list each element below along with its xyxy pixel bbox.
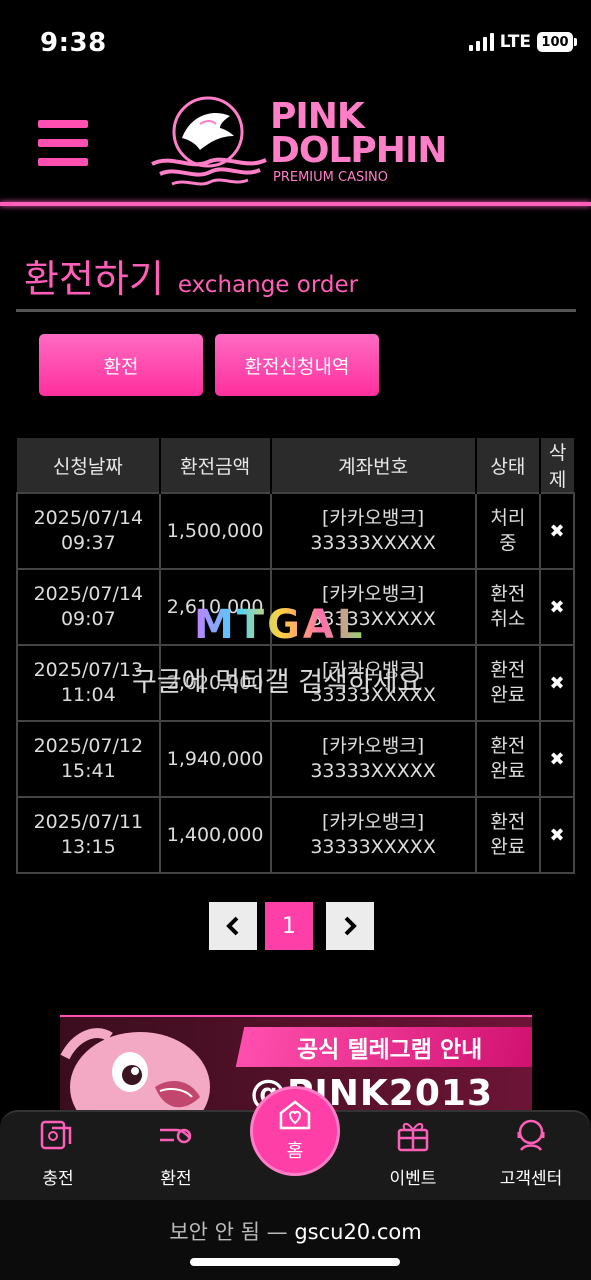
site-logo[interactable]: PINK DOLPHIN PREMIUM CASINO [150, 90, 450, 190]
home-heart-icon [279, 1100, 311, 1130]
nav-event-label: 이벤트 [389, 1169, 437, 1189]
network-type: LTE [499, 32, 531, 52]
home-button[interactable]: 홈 [250, 1086, 340, 1176]
exchange-history-table: 신청날짜 환전금액 계좌번호 상태 삭제 2025/07/14 09:37 1,5… [16, 438, 575, 874]
cell-status: 처리 중 [474, 492, 542, 570]
cell-date: 2025/07/14 09:37 [16, 492, 161, 570]
header-date: 신청날짜 [17, 438, 161, 493]
telegram-notice-label: 공식 텔레그램 안내 [235, 1027, 532, 1067]
cell-status: 환전 완료 [474, 796, 542, 874]
nav-exchange[interactable]: 환전 [126, 1112, 226, 1202]
exchange-history-button[interactable]: 환전신청내역 [215, 334, 379, 396]
logo-text: PINK [270, 96, 365, 137]
nav-home-label: 홈 [286, 1141, 304, 1162]
nav-support[interactable]: 고객센터 [481, 1112, 581, 1202]
page-number-button[interactable]: 1 [265, 902, 313, 950]
page-title-korean: 환전하기 [24, 257, 164, 301]
nav-deposit-label: 충전 [42, 1169, 74, 1189]
cell-date: 2025/07/14 09:07 [16, 568, 161, 646]
table-row: 2025/07/11 13:15 1,400,000 [카카오뱅크] 33333XX… [16, 796, 575, 874]
cell-amount: 1,400,000 [158, 796, 272, 874]
status-time: 9:38 [40, 28, 107, 58]
status-indicators: LTE 100 [468, 32, 577, 52]
exchange-icon [160, 1128, 192, 1144]
deposit-icon [40, 1120, 72, 1150]
header-account: 계좌번호 [270, 438, 477, 493]
cell-account: [카카오뱅크] 33333XXXXX [269, 492, 477, 570]
table-row: 2025/07/14 09:37 1,500,000 [카카오뱅크] 33333XX… [16, 492, 575, 570]
cell-date: 2025/07/11 13:15 [16, 796, 161, 874]
battery-icon: 100 [537, 32, 577, 52]
gift-icon [397, 1123, 429, 1152]
cell-amount: 1,940,000 [158, 720, 272, 798]
delete-icon[interactable]: ✖ [550, 597, 565, 618]
chevron-left-icon [226, 916, 239, 936]
logo-text: DOLPHIN [270, 130, 447, 171]
cell-date: 2025/07/12 15:41 [16, 720, 161, 798]
page-title: 환전하기 exchange order [24, 248, 358, 303]
cell-status: 환전 완료 [474, 644, 542, 722]
logo-subtitle: PREMIUM CASINO [273, 170, 389, 185]
home-indicator[interactable] [190, 1258, 400, 1266]
nav-support-label: 고객센터 [499, 1169, 563, 1189]
delete-cell: ✖ [539, 644, 575, 722]
cell-status: 환전 완료 [474, 720, 542, 798]
page-title-english: exchange order [177, 272, 359, 298]
title-divider [16, 309, 576, 312]
table-header-row: 신청날짜 환전금액 계좌번호 상태 삭제 [17, 438, 574, 493]
header-amount: 환전금액 [159, 438, 272, 493]
delete-cell: ✖ [539, 796, 575, 874]
header-delete: 삭제 [540, 438, 574, 493]
delete-icon[interactable]: ✖ [550, 521, 565, 542]
nav-home[interactable]: 홈 [250, 1086, 340, 1190]
delete-cell: ✖ [539, 568, 575, 646]
delete-cell: ✖ [539, 720, 575, 798]
insecure-label: 보안 안 됨 — [169, 1220, 288, 1244]
menu-icon[interactable] [38, 120, 88, 166]
header-status: 상태 [475, 438, 542, 493]
exchange-button[interactable]: 환전 [39, 334, 203, 396]
browser-address-bar[interactable]: 보안 안 됨 — gscu20.com [0, 1200, 591, 1280]
delete-cell: ✖ [539, 492, 575, 570]
cell-status: 환전 취소 [474, 568, 542, 646]
site-header: PINK DOLPHIN PREMIUM CASINO [0, 84, 591, 210]
prev-page-button[interactable] [209, 902, 257, 950]
status-bar: 9:38 LTE 100 [0, 0, 591, 84]
nav-deposit[interactable]: 충전 [8, 1112, 108, 1202]
nav-exchange-label: 환전 [160, 1169, 192, 1189]
url-host: gscu20.com [294, 1220, 422, 1244]
cell-account: [카카오뱅크] 33333XXXXX [269, 720, 477, 798]
signal-icon [468, 33, 494, 51]
delete-icon[interactable]: ✖ [550, 825, 565, 846]
watermark-text: 구글에 먹티갤 검색하세요 [132, 667, 423, 698]
cell-amount: 1,500,000 [158, 492, 272, 570]
next-page-button[interactable] [326, 902, 374, 950]
table-row: 2025/07/12 15:41 1,940,000 [카카오뱅크] 33333XX… [16, 720, 575, 798]
dolphin-logo-icon [151, 96, 267, 186]
delete-icon[interactable]: ✖ [550, 673, 565, 694]
watermark-logo: MTGAL [194, 602, 366, 648]
address-text[interactable]: 보안 안 됨 — gscu20.com [0, 1216, 591, 1246]
headset-icon [517, 1119, 545, 1151]
cell-account: [카카오뱅크] 33333XXXXX [269, 796, 477, 874]
nav-event[interactable]: 이벤트 [363, 1112, 463, 1202]
header-divider [0, 202, 591, 206]
chevron-right-icon [344, 916, 357, 936]
dolphin-mascot-icon [60, 1028, 210, 1115]
delete-icon[interactable]: ✖ [550, 749, 565, 770]
